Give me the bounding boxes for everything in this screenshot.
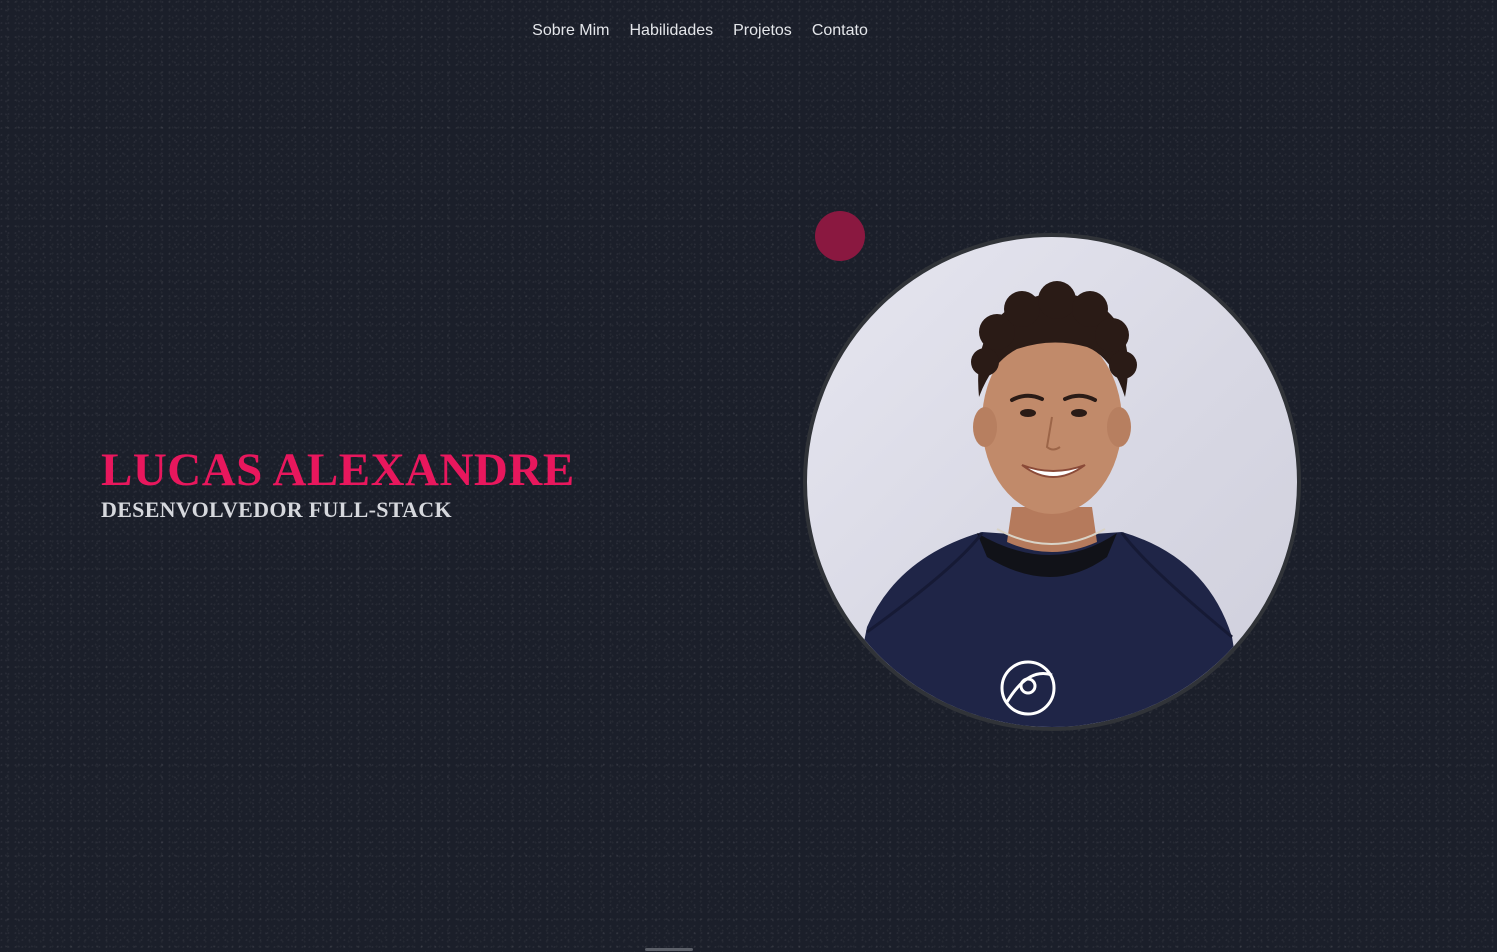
nav-link-habilidades[interactable]: Habilidades [630, 20, 714, 42]
profile-photo [803, 233, 1301, 731]
nav-link-projetos[interactable]: Projetos [733, 20, 792, 42]
scroll-indicator [645, 948, 693, 951]
hero-name: LUCAS ALEXANDRE [101, 444, 575, 496]
nav-link-contato[interactable]: Contato [812, 20, 868, 42]
hero-role: DESENVOLVEDOR FULL-STACK [101, 497, 452, 522]
main-nav: Sobre Mim Habilidades Projetos Contato [0, 20, 1497, 42]
decorative-dot [815, 211, 865, 261]
hero-heading: LUCAS ALEXANDRE DESENVOLVEDOR FULL-STACK [101, 443, 575, 523]
profile-photo-illustration [847, 281, 1247, 727]
nav-link-sobre-mim[interactable]: Sobre Mim [532, 20, 609, 42]
